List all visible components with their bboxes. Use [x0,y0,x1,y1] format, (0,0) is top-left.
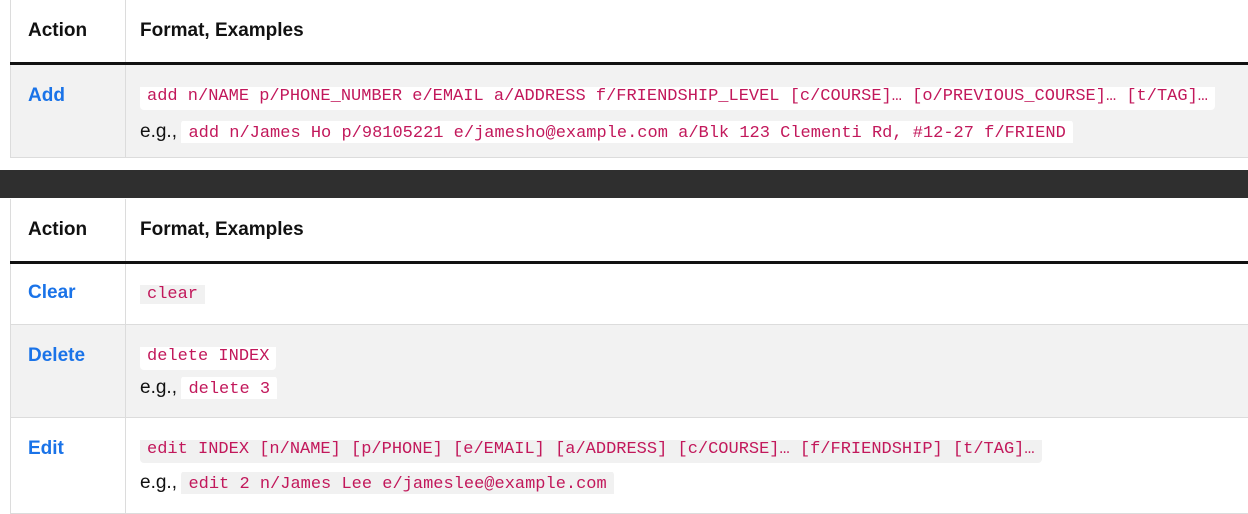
example-prefix: e.g., [140,472,177,493]
format-code: edit INDEX [n/NAME] [p/PHONE] [e/EMAIL] … [140,440,1042,463]
example-code: edit 2 n/James Lee e/jameslee@example.co… [181,472,613,494]
table-row: Delete delete INDEX e.g., delete 3 [11,325,1248,418]
action-link-clear[interactable]: Clear [11,282,76,304]
header-format: Format, Examples [126,0,1248,64]
header-action: Action [11,0,126,64]
command-table: Action Format, Examples Clear clear Dele… [10,199,1248,514]
command-table-add: Action Format, Examples Add add n/NAME p… [10,0,1248,158]
header-format: Format, Examples [126,199,1248,263]
format-code: add n/NAME p/PHONE_NUMBER e/EMAIL a/ADDR… [140,87,1215,110]
format-code: delete INDEX [140,347,276,370]
table-header-row: Action Format, Examples [11,0,1248,64]
format-code: clear [140,285,205,304]
action-link-edit[interactable]: Edit [11,438,64,460]
table-row: Edit edit INDEX [n/NAME] [p/PHONE] [e/EM… [11,418,1248,514]
example-code: delete 3 [181,377,277,399]
example-code: add n/James Ho p/98105221 e/jamesho@exam… [181,121,1072,143]
example-prefix: e.g., [140,121,177,142]
header-action: Action [11,199,126,263]
table-row: Clear clear [11,263,1248,325]
action-link-add[interactable]: Add [11,85,65,107]
table-row: Add add n/NAME p/PHONE_NUMBER e/EMAIL a/… [11,64,1248,158]
table-header-row: Action Format, Examples [11,199,1248,263]
section-divider [0,170,1248,198]
example-prefix: e.g., [140,377,177,398]
action-link-delete[interactable]: Delete [11,345,85,367]
